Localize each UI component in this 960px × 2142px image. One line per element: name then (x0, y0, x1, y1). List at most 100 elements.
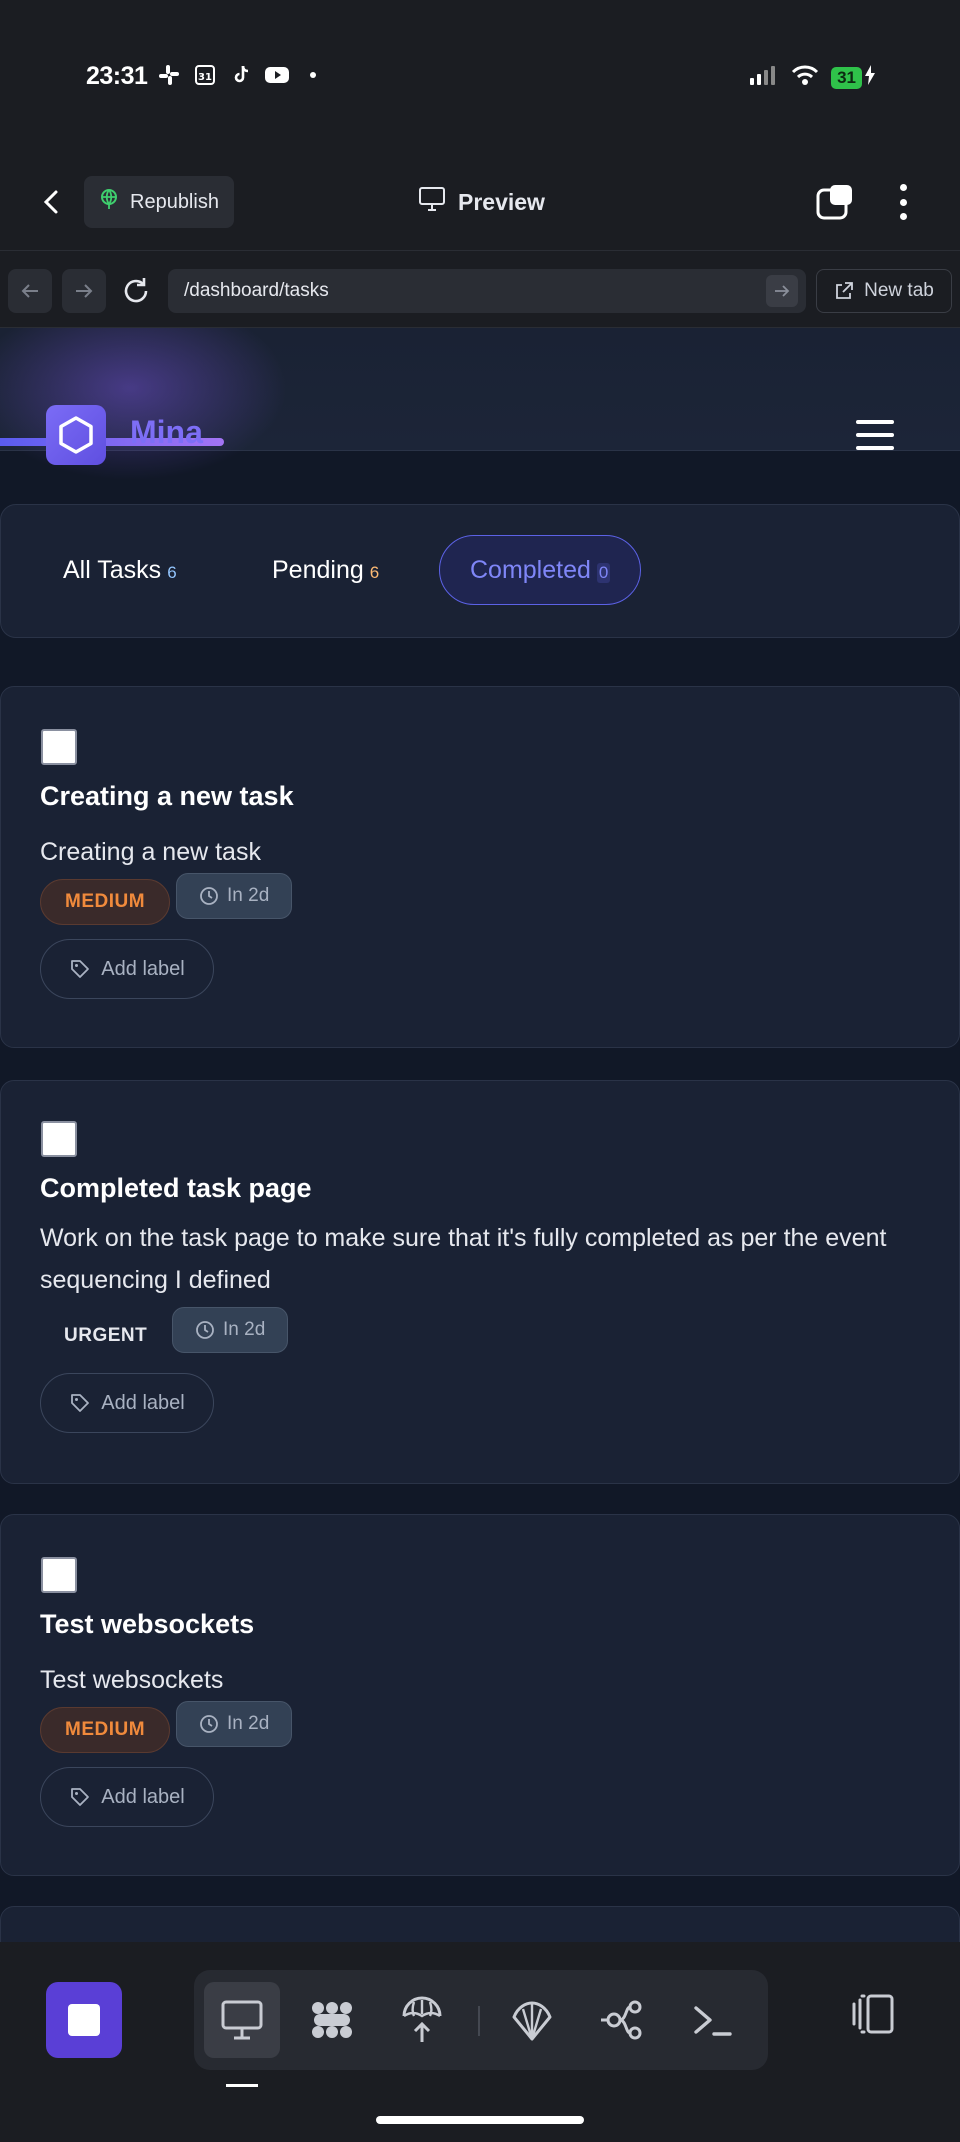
tab-pending[interactable]: Pending 6 (272, 535, 379, 605)
tab-all-tasks[interactable]: All Tasks 6 (63, 535, 177, 605)
home-indicator[interactable] (376, 2116, 584, 2124)
webview: Mina All Tasks 6 Pending 6 Completed 0 C… (0, 328, 960, 1942)
preview-toggle[interactable]: Preview (418, 186, 545, 218)
task-checkbox[interactable] (41, 729, 77, 765)
arrow-right-icon (775, 285, 790, 297)
add-label-text: Add label (101, 1785, 185, 1808)
slack-icon (156, 62, 182, 88)
tool-separator (478, 2006, 480, 2036)
due-date-badge: In 2d (172, 1307, 289, 1353)
tiktok-icon (228, 62, 254, 88)
filter-tabs: All Tasks 6 Pending 6 Completed 0 (0, 504, 960, 638)
tab-label: Completed (470, 555, 591, 584)
tabs-button[interactable] (816, 184, 854, 220)
go-button[interactable] (766, 275, 798, 307)
tag-icon (71, 960, 90, 978)
back-button[interactable] (38, 188, 66, 216)
task-title[interactable]: Completed task page (40, 1173, 312, 1204)
url-text: /dashboard/tasks (184, 280, 329, 301)
due-text: In 2d (223, 1319, 266, 1340)
hamburger-menu-icon[interactable] (856, 420, 894, 450)
monitor-icon[interactable] (204, 1982, 280, 2058)
priority-badge: MEDIUM (40, 879, 171, 925)
task-checkbox[interactable] (41, 1557, 77, 1593)
browser-forward-button[interactable] (62, 269, 106, 313)
reload-icon (124, 278, 148, 303)
monitor-icon (418, 186, 446, 218)
republish-button[interactable]: Republish (84, 176, 234, 228)
notification-icons: 31 (156, 62, 326, 88)
header-glow (0, 328, 300, 488)
chevron-left-icon (43, 190, 58, 214)
tab-label: Pending (272, 555, 364, 584)
task-description: Test websockets (40, 1666, 224, 1694)
tag-icon (71, 1788, 90, 1806)
browser-back-button[interactable] (8, 269, 52, 313)
tab-completed[interactable]: Completed 0 (439, 535, 642, 605)
stop-button[interactable] (46, 1982, 122, 2058)
charging-icon (864, 64, 876, 91)
stop-icon (68, 2004, 100, 2036)
due-text: In 2d (227, 1713, 270, 1734)
add-label-text: Add label (101, 1391, 185, 1414)
tabs-icon (816, 185, 852, 220)
task-description: Creating a new task (40, 838, 261, 866)
tab-count: 0 (596, 563, 611, 583)
task-checkbox[interactable] (41, 1121, 77, 1157)
add-label-text: Add label (101, 957, 185, 980)
clock-icon (196, 1321, 214, 1339)
new-tab-button[interactable]: New tab (816, 269, 952, 313)
battery-indicator: 31 (831, 66, 862, 89)
branch-icon[interactable] (584, 1982, 660, 2058)
app-topbar: Republish Preview (0, 150, 960, 250)
apps-grid-icon[interactable] (294, 1982, 370, 2058)
bottom-dock (0, 1942, 960, 2142)
due-text: In 2d (227, 885, 270, 906)
task-card: Creating a new task Creating a new task … (0, 686, 960, 1048)
svg-text:31: 31 (198, 72, 212, 83)
task-card (0, 1906, 960, 1942)
wifi-icon (791, 64, 819, 91)
tool-bar (194, 1970, 768, 2070)
arrow-left-icon (21, 284, 38, 298)
more-options-icon[interactable] (888, 180, 918, 224)
priority-badge: MEDIUM (40, 1707, 171, 1753)
task-description: Work on the task page to make sure that … (40, 1224, 887, 1294)
brand-name[interactable]: Mina (130, 414, 203, 451)
signal-icon (749, 64, 779, 91)
clock: 23:31 (86, 62, 148, 90)
clock-icon (200, 887, 218, 905)
brand-logo[interactable] (46, 405, 106, 465)
shell-icon[interactable] (494, 1982, 570, 2058)
due-date-badge: In 2d (176, 873, 293, 919)
tab-count: 6 (369, 563, 380, 582)
add-label-button[interactable]: Add label (40, 1373, 214, 1433)
system-indicators: 31 (749, 64, 876, 91)
tab-count: 6 (167, 563, 177, 582)
url-input[interactable]: /dashboard/tasks (168, 269, 806, 313)
republish-label: Republish (130, 190, 219, 213)
priority-badge: URGENT (64, 1325, 148, 1346)
sidebar-toggle-icon[interactable] (848, 1992, 904, 2048)
task-title[interactable]: Test websockets (40, 1609, 254, 1640)
task-title[interactable]: Creating a new task (40, 781, 294, 812)
youtube-icon (264, 62, 290, 88)
dot-icon (300, 62, 326, 88)
add-label-button[interactable]: Add label (40, 939, 214, 999)
due-date-badge: In 2d (176, 1701, 293, 1747)
preview-label: Preview (458, 188, 545, 215)
arrow-right-icon (76, 284, 93, 298)
external-link-icon (836, 282, 854, 299)
status-bar: 23:31 31 31 (0, 0, 960, 150)
tag-icon (71, 1394, 90, 1412)
terminal-icon[interactable] (674, 1982, 750, 2058)
reload-button[interactable] (120, 275, 154, 309)
deploy-icon[interactable] (384, 1982, 460, 2058)
add-label-button[interactable]: Add label (40, 1767, 214, 1827)
browser-toolbar: /dashboard/tasks New tab (0, 250, 960, 328)
calendar-icon: 31 (192, 62, 218, 88)
new-tab-label: New tab (864, 280, 934, 301)
task-card: Test websockets Test websockets MEDIUM I… (0, 1514, 960, 1876)
active-tool-indicator (226, 2084, 258, 2087)
hexagon-icon (59, 416, 93, 454)
